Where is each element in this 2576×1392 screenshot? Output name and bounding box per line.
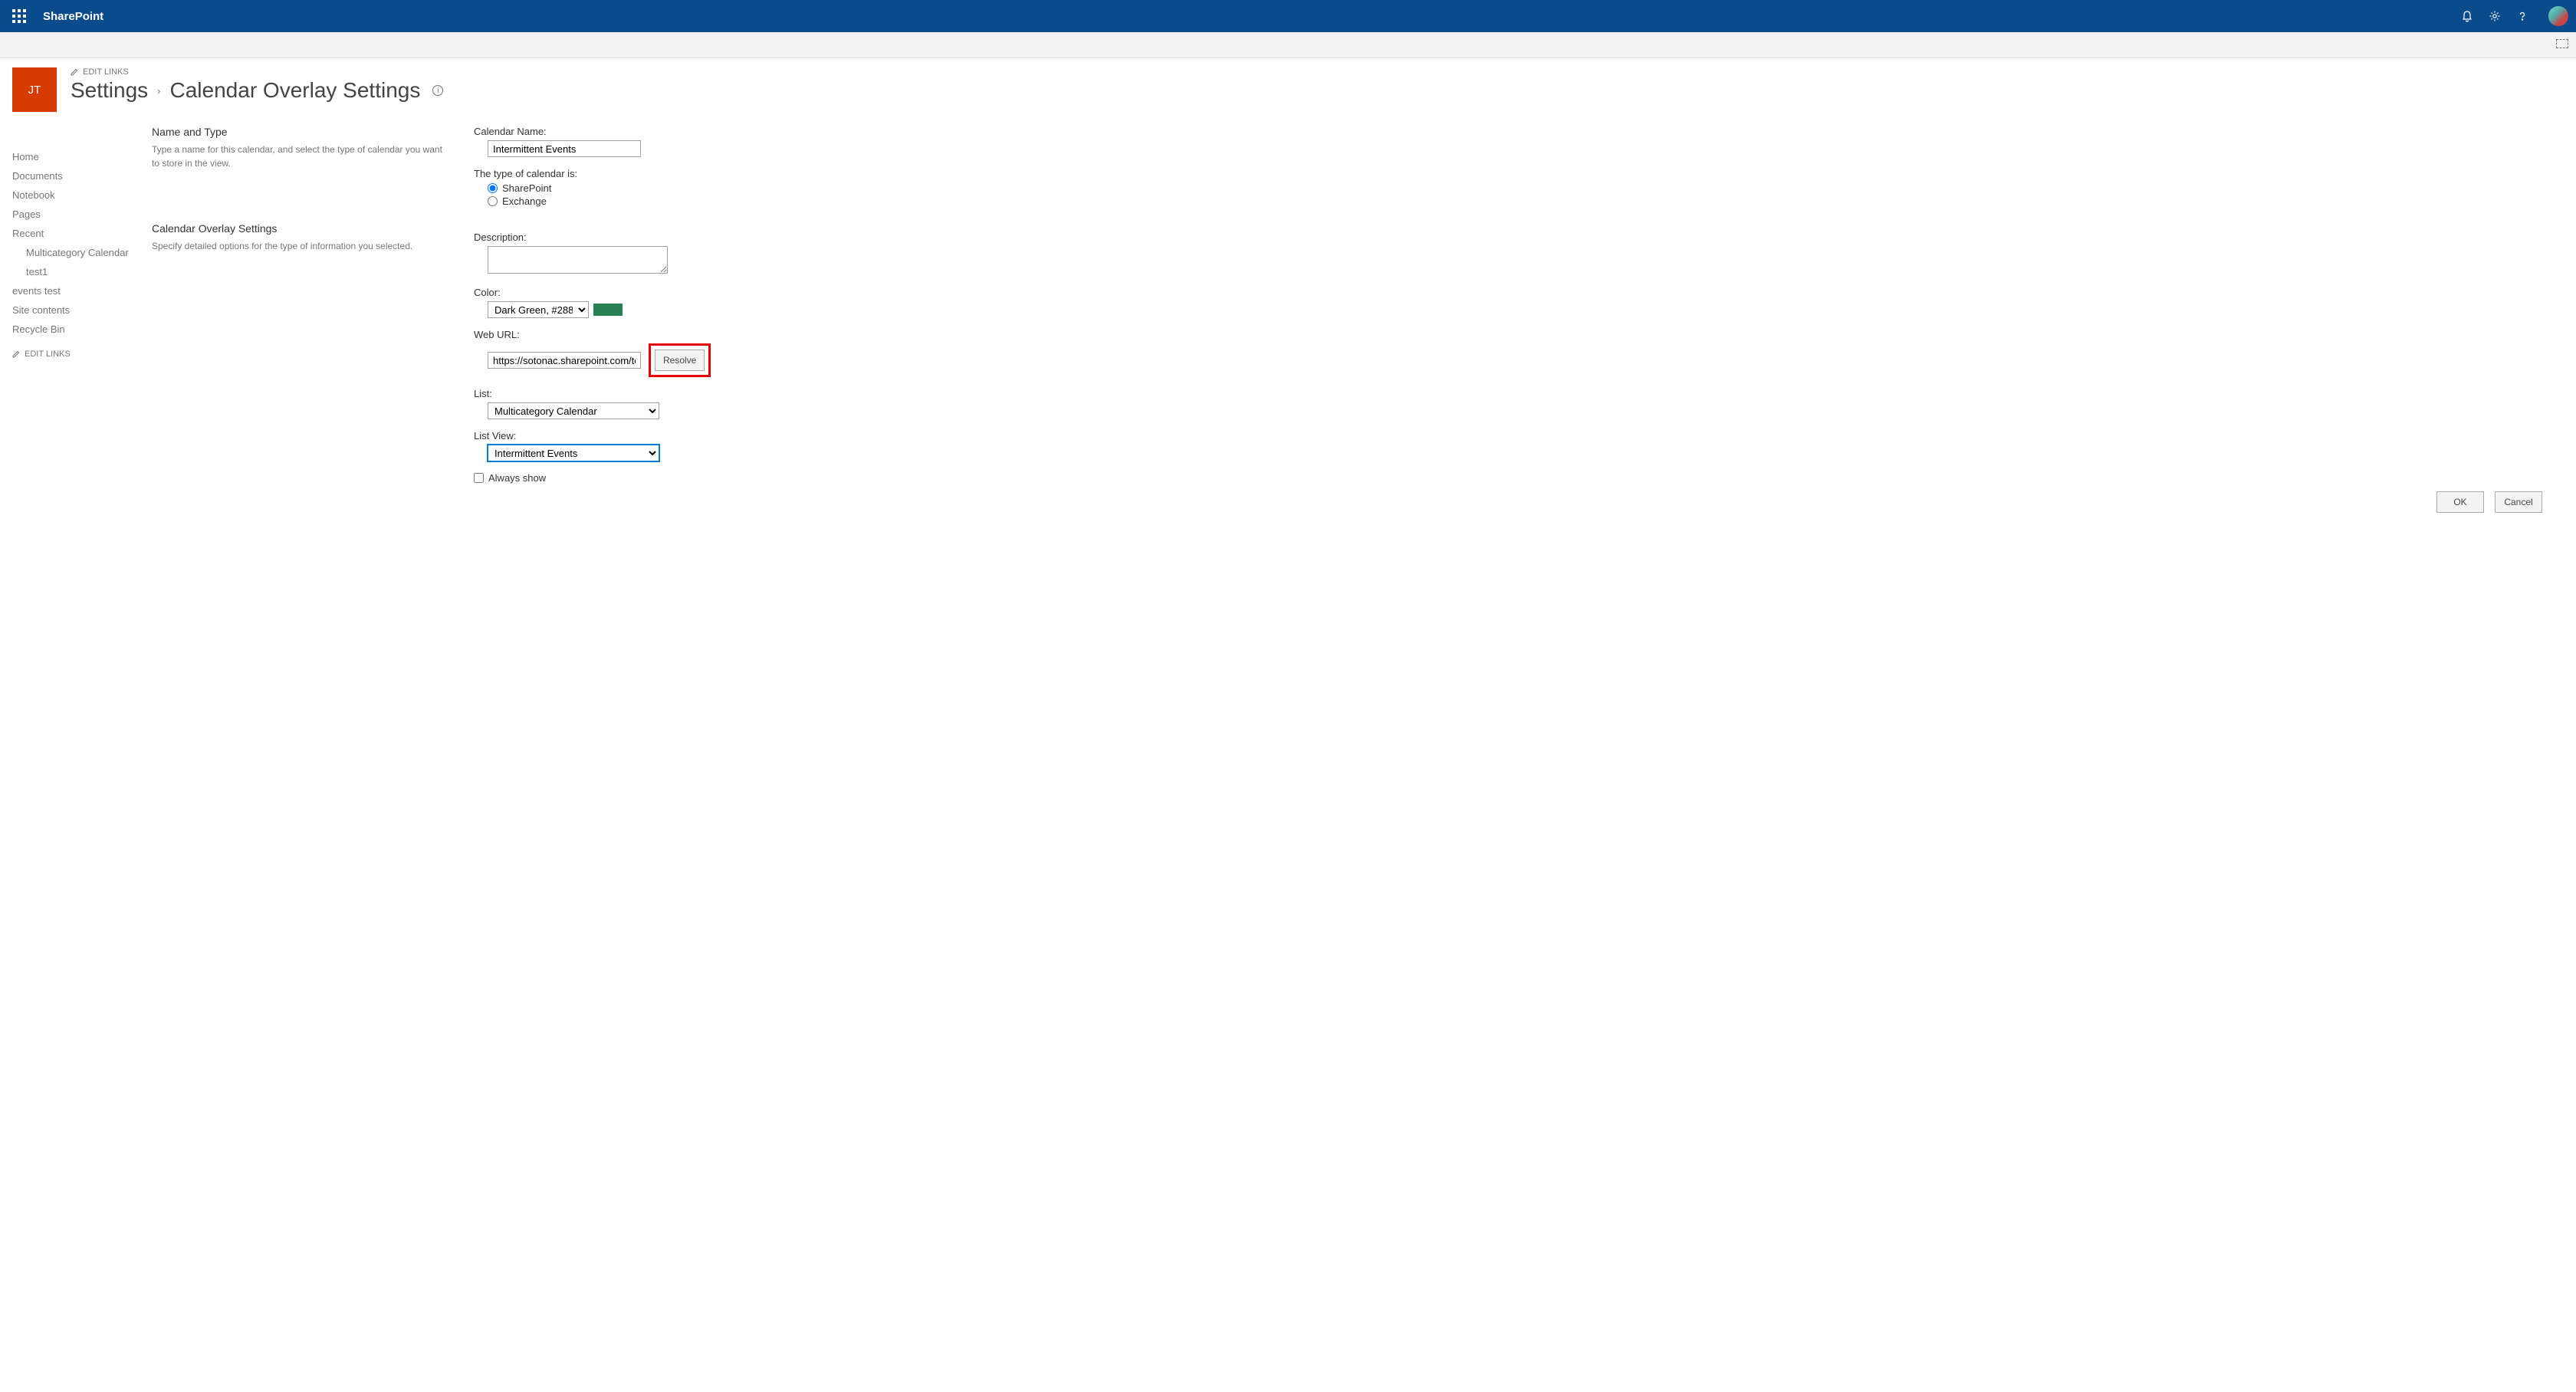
appbar-right bbox=[2461, 6, 2568, 26]
resolve-button[interactable]: Resolve bbox=[655, 350, 705, 371]
nav-documents[interactable]: Documents bbox=[12, 166, 152, 185]
edit-links-bottom[interactable]: EDIT LINKS bbox=[12, 350, 152, 359]
site-header: JT EDIT LINKS Settings › Calendar Overla… bbox=[12, 67, 2564, 112]
pencil-icon bbox=[71, 68, 78, 76]
row-weburl: Web URL: Resolve bbox=[474, 329, 2564, 377]
nav-pages[interactable]: Pages bbox=[12, 205, 152, 224]
section-overlay: Calendar Overlay Settings Specify detail… bbox=[152, 222, 451, 253]
nav-recycle-bin[interactable]: Recycle Bin bbox=[12, 320, 152, 339]
nav-notebook[interactable]: Notebook bbox=[12, 185, 152, 205]
label-always-show: Always show bbox=[488, 472, 546, 484]
site-logo[interactable]: JT bbox=[12, 67, 57, 112]
page-container: JT EDIT LINKS Settings › Calendar Overla… bbox=[0, 58, 2576, 542]
content-area: Name and Type Type a name for this calen… bbox=[152, 126, 2564, 484]
product-title: SharePoint bbox=[43, 10, 104, 23]
nav-home[interactable]: Home bbox=[12, 147, 152, 166]
textarea-description[interactable] bbox=[488, 246, 668, 274]
cancel-button[interactable]: Cancel bbox=[2495, 491, 2542, 513]
breadcrumb: Settings › Calendar Overlay Settings i bbox=[71, 78, 443, 103]
select-listview[interactable]: Intermittent Events bbox=[488, 445, 659, 461]
help-icon[interactable] bbox=[2516, 10, 2528, 22]
nav-recent-test1[interactable]: test1 bbox=[12, 262, 152, 281]
label-weburl: Web URL: bbox=[474, 329, 2564, 340]
highlight-resolve: Resolve bbox=[649, 343, 711, 377]
label-calendar-type: The type of calendar is: bbox=[474, 168, 2564, 179]
radio-exchange[interactable] bbox=[488, 196, 498, 206]
user-avatar[interactable] bbox=[2548, 6, 2568, 26]
breadcrumb-separator: › bbox=[157, 85, 160, 97]
pencil-icon bbox=[12, 350, 20, 358]
app-launcher-icon[interactable] bbox=[12, 9, 26, 23]
row-color: Color: Dark Green, #288054 bbox=[474, 287, 2564, 318]
section-title-overlay: Calendar Overlay Settings bbox=[152, 222, 451, 235]
color-swatch bbox=[593, 304, 623, 316]
select-list[interactable]: Multicategory Calendar bbox=[488, 402, 659, 419]
row-always-show: Always show bbox=[474, 472, 2564, 484]
input-calendar-name[interactable] bbox=[488, 140, 641, 157]
row-calendar-name: Calendar Name: bbox=[474, 126, 2564, 157]
section-name-type: Name and Type Type a name for this calen… bbox=[152, 126, 451, 170]
left-nav: Home Documents Notebook Pages Recent Mul… bbox=[12, 126, 152, 484]
app-bar: SharePoint bbox=[0, 0, 2576, 32]
row-listview: List View: Intermittent Events bbox=[474, 430, 2564, 461]
notifications-icon[interactable] bbox=[2461, 10, 2473, 22]
edit-links-label: EDIT LINKS bbox=[25, 350, 71, 359]
nav-events-test[interactable]: events test bbox=[12, 281, 152, 300]
row-list: List: Multicategory Calendar bbox=[474, 388, 2564, 419]
breadcrumb-settings[interactable]: Settings bbox=[71, 78, 148, 103]
edit-links-top[interactable]: EDIT LINKS bbox=[71, 67, 443, 77]
input-weburl[interactable] bbox=[488, 352, 641, 369]
radio-exchange-label: Exchange bbox=[502, 195, 547, 207]
radio-sharepoint-label: SharePoint bbox=[502, 182, 551, 194]
ribbon-bar bbox=[0, 32, 2576, 58]
focus-content-icon[interactable] bbox=[2556, 39, 2568, 48]
content-descriptions: Name and Type Type a name for this calen… bbox=[152, 126, 474, 484]
label-listview: List View: bbox=[474, 430, 2564, 442]
label-color: Color: bbox=[474, 287, 2564, 298]
nav-recent-multicategory[interactable]: Multicategory Calendar bbox=[12, 243, 152, 262]
select-color[interactable]: Dark Green, #288054 bbox=[488, 301, 589, 318]
nav-site-contents[interactable]: Site contents bbox=[12, 300, 152, 320]
row-calendar-type: The type of calendar is: SharePoint Exch… bbox=[474, 168, 2564, 207]
section-desc-overlay: Specify detailed options for the type of… bbox=[152, 239, 443, 253]
label-description: Description: bbox=[474, 231, 2564, 243]
info-icon[interactable]: i bbox=[432, 85, 443, 96]
edit-links-label: EDIT LINKS bbox=[83, 67, 129, 77]
row-description: Description: bbox=[474, 231, 2564, 276]
breadcrumb-current: Calendar Overlay Settings bbox=[170, 78, 421, 103]
ok-button[interactable]: OK bbox=[2436, 491, 2484, 513]
label-list: List: bbox=[474, 388, 2564, 399]
label-calendar-name: Calendar Name: bbox=[474, 126, 2564, 137]
section-desc-name-type: Type a name for this calendar, and selec… bbox=[152, 143, 443, 170]
section-title-name-type: Name and Type bbox=[152, 126, 451, 138]
checkbox-always-show[interactable] bbox=[474, 473, 484, 483]
footer-buttons: OK Cancel bbox=[12, 484, 2564, 519]
gear-icon[interactable] bbox=[2489, 10, 2501, 22]
nav-recent[interactable]: Recent bbox=[12, 224, 152, 243]
radio-sharepoint[interactable] bbox=[488, 183, 498, 193]
content-form: Calendar Name: The type of calendar is: … bbox=[474, 126, 2564, 484]
